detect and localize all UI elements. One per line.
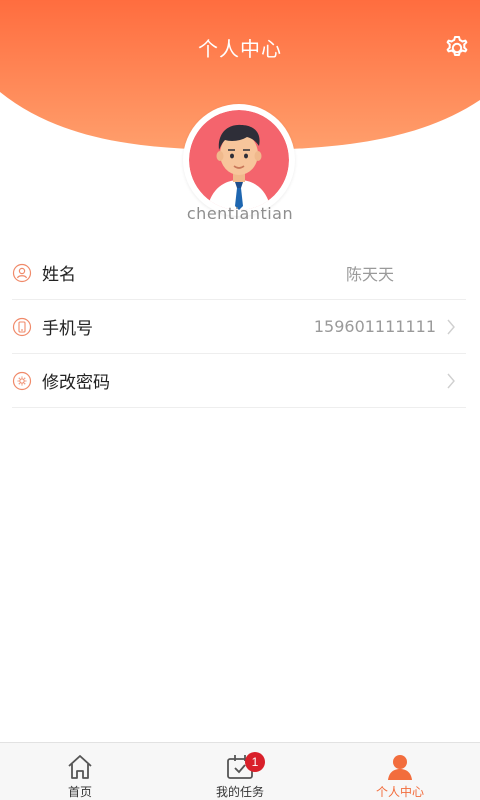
profile-info-list: 姓名 陈天天 手机号 159601111111 修改密码 [12,246,466,408]
chevron-right-icon [447,319,455,334]
chevron-right-icon [447,373,455,388]
lock-gear-icon [12,371,32,390]
phone-value: 159601111111 [313,317,436,336]
phone-label: 手机号 [42,319,93,339]
list-item-name: 姓名 陈天天 [12,246,466,300]
change-password-label: 修改密码 [42,373,110,393]
tab-my-tasks[interactable]: 1 我的任务 [160,743,320,800]
avatar-man-icon [189,110,289,210]
bottom-tab-bar: 首页 1 我的任务 个人中心 [0,742,480,800]
person-icon [388,755,412,780]
task-count-badge: 1 [245,752,265,772]
tab-home[interactable]: 首页 [0,743,160,800]
list-item-change-password[interactable]: 修改密码 [12,354,466,408]
page-title: 个人中心 [198,37,282,61]
tab-home-label: 首页 [67,785,92,799]
tab-profile[interactable]: 个人中心 [320,743,480,800]
name-value: 陈天天 [345,264,394,284]
avatar-image [189,110,289,210]
phone-icon [12,317,32,336]
list-item-phone[interactable]: 手机号 159601111111 [12,300,466,354]
name-label: 姓名 [42,265,76,285]
home-icon [68,755,92,779]
tab-profile-label: 个人中心 [375,785,424,799]
username: chentiantian [186,204,294,223]
avatar[interactable] [183,104,295,216]
user-circle-icon [12,263,32,282]
profile-page: 个人中心 chentiantian 姓名 陈天天 手机号 15960111111… [0,0,480,800]
tab-my-tasks-label: 我的任务 [215,785,264,799]
settings-button[interactable] [443,34,471,62]
gear-icon [446,36,468,56]
